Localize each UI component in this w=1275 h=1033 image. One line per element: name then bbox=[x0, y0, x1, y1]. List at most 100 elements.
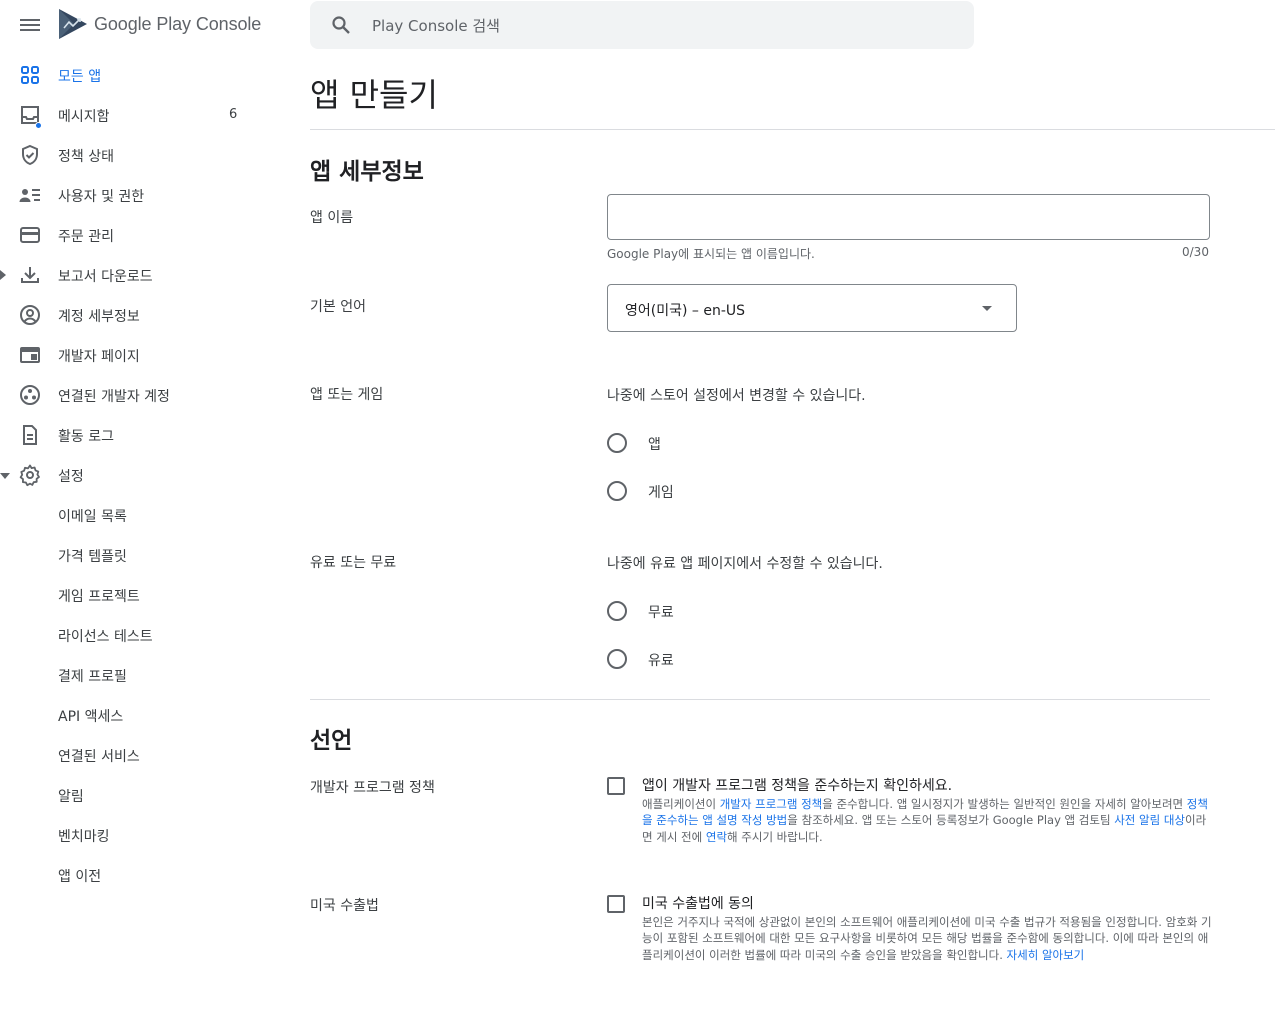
policy-desc-text: 해 주시기 바랍니다. bbox=[727, 829, 823, 844]
section-title-declarations: 선언 bbox=[310, 728, 353, 754]
linked-accounts-icon bbox=[20, 385, 40, 405]
sidebar-item-label: 메시지함 bbox=[58, 109, 110, 125]
sidebar-item-label: 계정 세부정보 bbox=[58, 309, 140, 325]
developer-program-policy-link[interactable]: 개발자 프로그램 정책 bbox=[720, 797, 823, 811]
us-export-law-description: 본인은 거주지나 국적에 상관없이 본인의 소프트웨어 애플리케이션에 미국 수… bbox=[642, 914, 1212, 963]
default-language-label: 기본 언어 bbox=[310, 299, 366, 315]
us-export-law-checkbox-label: 미국 수출법에 동의 bbox=[642, 896, 754, 912]
sidebar-item-label: 정책 상태 bbox=[58, 149, 114, 165]
default-language-value: 영어(미국) – en-US bbox=[625, 303, 746, 319]
free-or-paid-label: 유료 또는 무료 bbox=[310, 555, 397, 571]
collapse-arrow-icon[interactable] bbox=[0, 473, 10, 479]
radio-app[interactable]: 앱 bbox=[607, 431, 661, 455]
us-export-law-checkbox[interactable] bbox=[607, 895, 625, 913]
page-title: 앱 만들기 bbox=[310, 76, 438, 114]
developer-policy-checkbox-label: 앱이 개발자 프로그램 정책을 준수하는지 확인하세요. bbox=[642, 778, 953, 794]
inbox-count: 6 bbox=[229, 107, 238, 122]
sidebar-item-app-transfer[interactable]: 앱 이전 bbox=[0, 855, 290, 895]
divider bbox=[310, 699, 1210, 700]
default-language-select[interactable]: 영어(미국) – en-US bbox=[607, 284, 1017, 332]
sidebar-item-label: 앱 이전 bbox=[58, 869, 102, 885]
menu-icon[interactable] bbox=[18, 14, 42, 38]
sidebar-item-linked-developer-accounts[interactable]: 연결된 개발자 계정 bbox=[0, 375, 290, 415]
play-console-logo[interactable]: Google Play Console bbox=[58, 8, 261, 40]
gear-icon bbox=[19, 464, 40, 487]
divider bbox=[310, 129, 1275, 130]
us-export-law-label: 미국 수출법 bbox=[310, 898, 379, 914]
app-or-game-label: 앱 또는 게임 bbox=[310, 387, 384, 403]
learn-more-link[interactable]: 자세히 알아보기 bbox=[1007, 948, 1085, 962]
search-icon[interactable] bbox=[331, 15, 351, 35]
play-console-logo-icon bbox=[59, 9, 87, 39]
unread-dot bbox=[35, 122, 42, 129]
sidebar-item-email-lists[interactable]: 이메일 목록 bbox=[0, 495, 290, 535]
sidebar: Google Play Console 모든 앱 메시지함 6 정책 상태 사용… bbox=[0, 0, 290, 1033]
sidebar-item-notifications[interactable]: 알림 bbox=[0, 775, 290, 815]
logo-text: Google Play Console bbox=[94, 13, 262, 34]
sidebar-item-activity-log[interactable]: 활동 로그 bbox=[0, 415, 290, 455]
pre-notification-link[interactable]: 사전 알림 대상 bbox=[1114, 813, 1185, 827]
radio-paid[interactable]: 유료 bbox=[607, 647, 674, 671]
sidebar-item-label: 보고서 다운로드 bbox=[58, 269, 153, 285]
sidebar-item-label: 사용자 및 권한 bbox=[58, 189, 145, 205]
radio-button[interactable] bbox=[607, 481, 627, 501]
sidebar-item-label: 연결된 서비스 bbox=[58, 749, 140, 765]
sidebar-item-label: 알림 bbox=[58, 789, 84, 805]
sidebar-item-label: 설정 bbox=[58, 469, 84, 485]
contact-link[interactable]: 연락 bbox=[706, 830, 727, 844]
radio-label: 게임 bbox=[648, 485, 674, 501]
sidebar-item-label: 이메일 목록 bbox=[58, 509, 127, 525]
radio-button[interactable] bbox=[607, 601, 627, 621]
policy-desc-text: 애플리케이션이 bbox=[642, 797, 720, 811]
sidebar-item-users-permissions[interactable]: 사용자 및 권한 bbox=[0, 175, 290, 215]
search-input[interactable] bbox=[372, 13, 932, 39]
sidebar-item-inbox[interactable]: 메시지함 6 bbox=[0, 95, 290, 135]
sidebar-item-benchmarking[interactable]: 벤치마킹 bbox=[0, 815, 290, 855]
sidebar-item-label: 활동 로그 bbox=[58, 429, 114, 445]
sidebar-item-game-projects[interactable]: 게임 프로젝트 bbox=[0, 575, 290, 615]
developer-policy-label: 개발자 프로그램 정책 bbox=[310, 780, 435, 796]
policy-desc-text: 을 준수합니다. 앱 일시정지가 발생하는 일반적인 원인을 자세히 알아보려면 bbox=[822, 797, 1187, 811]
sidebar-item-label: 주문 관리 bbox=[58, 229, 114, 245]
people-list-icon bbox=[19, 189, 40, 202]
sidebar-item-account-details[interactable]: 계정 세부정보 bbox=[0, 295, 290, 335]
app-name-field[interactable] bbox=[607, 194, 1210, 240]
credit-card-icon bbox=[20, 227, 40, 243]
radio-button[interactable] bbox=[607, 433, 627, 453]
radio-game[interactable]: 게임 bbox=[607, 479, 674, 503]
shield-check-icon bbox=[22, 144, 38, 166]
sidebar-item-policy-status[interactable]: 정책 상태 bbox=[0, 135, 290, 175]
section-title-app-details: 앱 세부정보 bbox=[310, 159, 424, 185]
sidebar-nav: 모든 앱 메시지함 6 정책 상태 사용자 및 권한 주문 관리 보고서 다운로… bbox=[0, 55, 290, 895]
sidebar-item-label: 연결된 개발자 계정 bbox=[58, 389, 170, 405]
app-or-game-note: 나중에 스토어 설정에서 변경할 수 있습니다. bbox=[607, 388, 866, 404]
web-page-icon bbox=[20, 347, 40, 363]
developer-policy-description: 애플리케이션이 개발자 프로그램 정책을 준수합니다. 앱 일시정지가 발생하는… bbox=[642, 796, 1212, 845]
app-name-input[interactable] bbox=[608, 195, 1209, 239]
free-or-paid-note: 나중에 유료 앱 페이지에서 수정할 수 있습니다. bbox=[607, 556, 883, 572]
sidebar-item-all-apps[interactable]: 모든 앱 bbox=[0, 55, 290, 95]
sidebar-item-label: 게임 프로젝트 bbox=[58, 589, 140, 605]
sidebar-item-api-access[interactable]: API 액세스 bbox=[0, 695, 290, 735]
app-name-counter: 0/30 bbox=[1182, 245, 1209, 259]
dropdown-arrow-icon bbox=[982, 306, 992, 311]
account-circle-icon bbox=[20, 305, 40, 325]
sidebar-item-order-management[interactable]: 주문 관리 bbox=[0, 215, 290, 255]
expand-arrow-icon[interactable] bbox=[0, 270, 6, 280]
sidebar-item-label: 결제 프로필 bbox=[58, 669, 127, 685]
sidebar-item-label: 가격 템플릿 bbox=[58, 549, 127, 565]
developer-policy-checkbox[interactable] bbox=[607, 777, 625, 795]
sidebar-item-linked-services[interactable]: 연결된 서비스 bbox=[0, 735, 290, 775]
sidebar-item-license-testing[interactable]: 라이선스 테스트 bbox=[0, 615, 290, 655]
sidebar-item-pricing-templates[interactable]: 가격 템플릿 bbox=[0, 535, 290, 575]
sidebar-item-download-reports[interactable]: 보고서 다운로드 bbox=[0, 255, 290, 295]
app-name-helper: Google Play에 표시되는 앱 이름입니다. bbox=[607, 247, 815, 261]
export-desc-text: 본인은 거주지나 국적에 상관없이 본인의 소프트웨어 애플리케이션에 미국 수… bbox=[642, 915, 1212, 962]
radio-label: 무료 bbox=[648, 605, 674, 621]
sidebar-item-payments-profile[interactable]: 결제 프로필 bbox=[0, 655, 290, 695]
sidebar-item-developer-page[interactable]: 개발자 페이지 bbox=[0, 335, 290, 375]
sidebar-item-settings[interactable]: 설정 bbox=[0, 455, 290, 495]
search-bar[interactable] bbox=[310, 1, 974, 49]
radio-free[interactable]: 무료 bbox=[607, 599, 674, 623]
radio-button[interactable] bbox=[607, 649, 627, 669]
